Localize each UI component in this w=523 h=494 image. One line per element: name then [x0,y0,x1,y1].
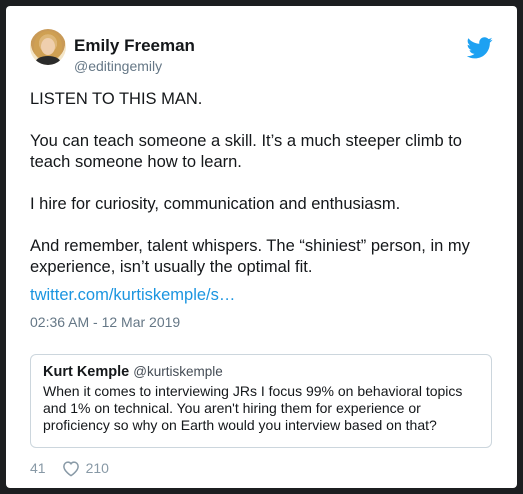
tweet-link[interactable]: twitter.com/kurtiskemple/s… [30,286,235,305]
tweet-actions: 41 210 [30,458,109,478]
avatar-face [41,38,55,55]
timestamp[interactable]: 02:36 AM - 12 Mar 2019 [30,314,180,330]
tweet-paragraph: I hire for curiosity, communication and … [30,195,401,213]
retweet-count[interactable]: 41 [30,460,46,476]
quoted-tweet-header: Kurt Kemple @kurtiskemple [43,364,479,380]
tweet-paragraph: And remember, talent whispers. The “shin… [30,237,470,276]
author-name[interactable]: Emily Freeman [74,36,195,56]
heart-icon[interactable] [62,460,80,477]
twitter-bird-icon[interactable] [467,37,493,59]
quoted-author-name: Kurt Kemple [43,364,130,380]
author-handle[interactable]: @editingemily [74,58,162,74]
quoted-tweet[interactable]: Kurt Kemple @kurtiskemple When it comes … [30,354,492,448]
like-count[interactable]: 210 [86,460,109,476]
quoted-author-handle: @kurtiskemple [133,364,223,379]
quoted-tweet-text: When it comes to interviewing JRs I focu… [43,383,463,433]
avatar-shirt [35,56,61,65]
tweet-paragraph: LISTEN TO THIS MAN. [30,90,203,108]
tweet-card: Emily Freeman @editingemily LISTEN TO TH… [6,6,517,488]
avatar[interactable] [30,29,66,65]
tweet-text: LISTEN TO THIS MAN. You can teach someon… [30,89,500,299]
tweet-paragraph: You can teach someone a skill. It’s a mu… [30,132,462,171]
